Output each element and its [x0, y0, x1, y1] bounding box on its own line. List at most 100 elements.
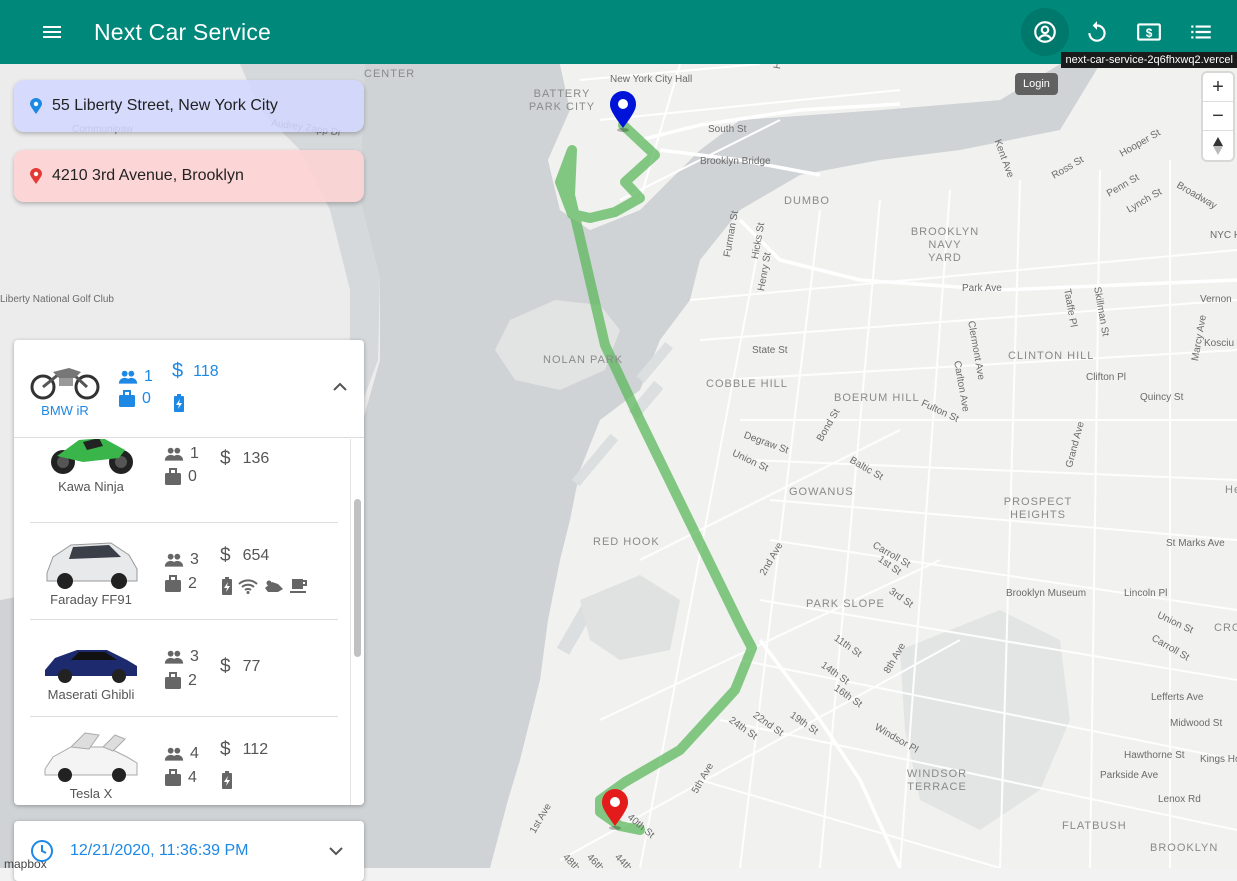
- account-button[interactable]: [1021, 8, 1069, 56]
- chevron-down-icon[interactable]: [328, 846, 344, 856]
- people-icon: [164, 747, 184, 761]
- map-label: Brooklyn Museum: [1006, 588, 1087, 599]
- destination-address-text: 4210 3rd Avenue, Brooklyn: [52, 167, 244, 184]
- luggage-count: 4: [188, 769, 197, 786]
- menu-icon: [43, 26, 61, 38]
- map-label: Brooklyn Bridge: [700, 156, 771, 167]
- massage-icon: [265, 580, 283, 592]
- list-icon: [1191, 25, 1211, 39]
- dollar-card-icon: $: [1137, 23, 1161, 41]
- vehicle-list-item[interactable]: Maserati Ghibli 3 2 $ 77: [30, 620, 338, 717]
- selected-vehicle[interactable]: BMW iR 1 0 $ 118: [14, 340, 364, 438]
- battery-charging-icon: [222, 577, 232, 595]
- map-label: Parkside Ave: [1100, 770, 1159, 781]
- people-icon: [164, 650, 184, 664]
- motorcycle-image: [51, 439, 133, 474]
- map-label: Clifton Pl: [1086, 372, 1127, 383]
- coffee-icon: [290, 579, 307, 593]
- luggage-icon: [165, 769, 181, 786]
- price: 654: [242, 547, 270, 564]
- car-image: [45, 650, 137, 683]
- passenger-count: 1: [144, 368, 153, 385]
- chevron-up-icon: [333, 382, 347, 391]
- passenger-count: 1: [190, 445, 199, 462]
- map-label: GOWANUS: [789, 486, 854, 498]
- map-label: New York City Hall: [610, 74, 693, 85]
- vehicle-name: Tesla X: [69, 786, 113, 801]
- location-pin-icon: [26, 168, 46, 184]
- dollar-icon: $: [220, 545, 231, 566]
- vehicle-name: Faraday FF91: [50, 592, 132, 607]
- map-label: NYC Hospital: [1210, 230, 1237, 241]
- menu-button[interactable]: [28, 8, 76, 56]
- map-label: COBBLE HILL: [706, 378, 788, 390]
- passenger-count: 3: [190, 648, 199, 665]
- dollar-icon: $: [220, 448, 231, 469]
- zoom-in-button[interactable]: +: [1203, 73, 1233, 102]
- map-label: Lincoln Pl: [1124, 588, 1168, 599]
- map-label: PARK SLOPE: [806, 598, 885, 610]
- map-label: NOLAN PARK: [543, 354, 624, 366]
- destination-address-field[interactable]: 4210 3rd Avenue, Brooklyn: [14, 150, 364, 202]
- map-label: FLATBUSH: [1062, 820, 1127, 832]
- map-label: State St: [752, 345, 788, 356]
- pickup-time-text: 12/21/2020, 11:36:39 PM: [70, 842, 249, 859]
- refresh-icon: [1088, 21, 1106, 42]
- map-label: BATTERY PARK CITY: [528, 88, 596, 113]
- map-label: Quincy St: [1140, 392, 1184, 403]
- trips-list-button[interactable]: [1177, 8, 1225, 56]
- price: 77: [242, 658, 261, 675]
- origin-address-field[interactable]: 55 Liberty Street, New York City: [14, 80, 364, 132]
- reset-button[interactable]: [1073, 8, 1121, 56]
- luggage-count: 0: [188, 468, 197, 485]
- location-pin-icon: [26, 98, 46, 114]
- pickup-time-field[interactable]: 12/21/2020, 11:36:39 PM: [14, 821, 364, 881]
- map-label: Hawthorne St: [1124, 750, 1185, 761]
- people-icon: [164, 553, 184, 567]
- dollar-icon: $: [220, 656, 231, 677]
- map-label: Liberty National Golf Club: [0, 294, 114, 305]
- map-label: He: [1225, 484, 1237, 496]
- luggage-icon: [119, 390, 135, 407]
- payment-button[interactable]: $: [1125, 8, 1173, 56]
- map-label: BOERUM HILL: [834, 392, 920, 404]
- scrollbar-thumb[interactable]: [354, 499, 361, 657]
- map-label: CRO HE: [1214, 622, 1237, 634]
- map-label: WINDSOR TERRACE: [906, 768, 968, 793]
- car-image: [46, 542, 138, 589]
- dollar-icon: $: [220, 739, 231, 760]
- vehicle-list-item[interactable]: Tesla X 4 4 $ 112: [30, 717, 338, 805]
- login-tooltip: Login: [1015, 73, 1058, 95]
- price: 118: [193, 362, 219, 380]
- battery-charging-icon: [174, 394, 184, 412]
- map-label: BROOKLYN: [1150, 842, 1219, 854]
- map-label: BROOKLYN NAVY YARD: [910, 226, 980, 264]
- price: 112: [242, 741, 269, 758]
- vehicle-panel: BMW iR 1 0 $ 118 Kawa Ninja 1 0 $ 136 Fa…: [14, 340, 364, 805]
- vehicle-list[interactable]: Kawa Ninja 1 0 $ 136 Faraday FF91 3 2 $ …: [14, 439, 354, 805]
- mapbox-attribution[interactable]: mapbox: [4, 857, 47, 871]
- zoom-control: + −: [1203, 73, 1233, 160]
- vehicle-list-scrollbar[interactable]: [350, 439, 364, 805]
- map-label: DUMBO: [784, 195, 830, 207]
- map-label: South St: [708, 124, 747, 135]
- app-bar: Next Car Service $: [0, 0, 1237, 64]
- zoom-out-button[interactable]: −: [1203, 102, 1233, 131]
- compass-icon: [1213, 136, 1223, 155]
- collapse-button[interactable]: [332, 378, 348, 396]
- luggage-count: 2: [188, 672, 197, 689]
- car-image: [44, 732, 138, 782]
- vehicle-name: Kawa Ninja: [58, 479, 124, 494]
- luggage-count: 2: [188, 575, 197, 592]
- vehicle-list-item[interactable]: Faraday FF91 3 2 $ 654: [30, 523, 338, 620]
- map-label: St Marks Ave: [1166, 538, 1225, 549]
- map-label: Kings Hospital: [1200, 754, 1237, 765]
- map-label: PROSPECT HEIGHTS: [1003, 496, 1073, 521]
- motorcycle-image: [30, 368, 100, 400]
- people-icon: [164, 447, 184, 461]
- luggage-count: 0: [142, 390, 151, 407]
- wifi-icon: [238, 579, 258, 594]
- vehicle-list-item[interactable]: Kawa Ninja 1 0 $ 136: [30, 439, 338, 523]
- compass-button[interactable]: [1203, 131, 1233, 160]
- passenger-count: 4: [190, 745, 199, 762]
